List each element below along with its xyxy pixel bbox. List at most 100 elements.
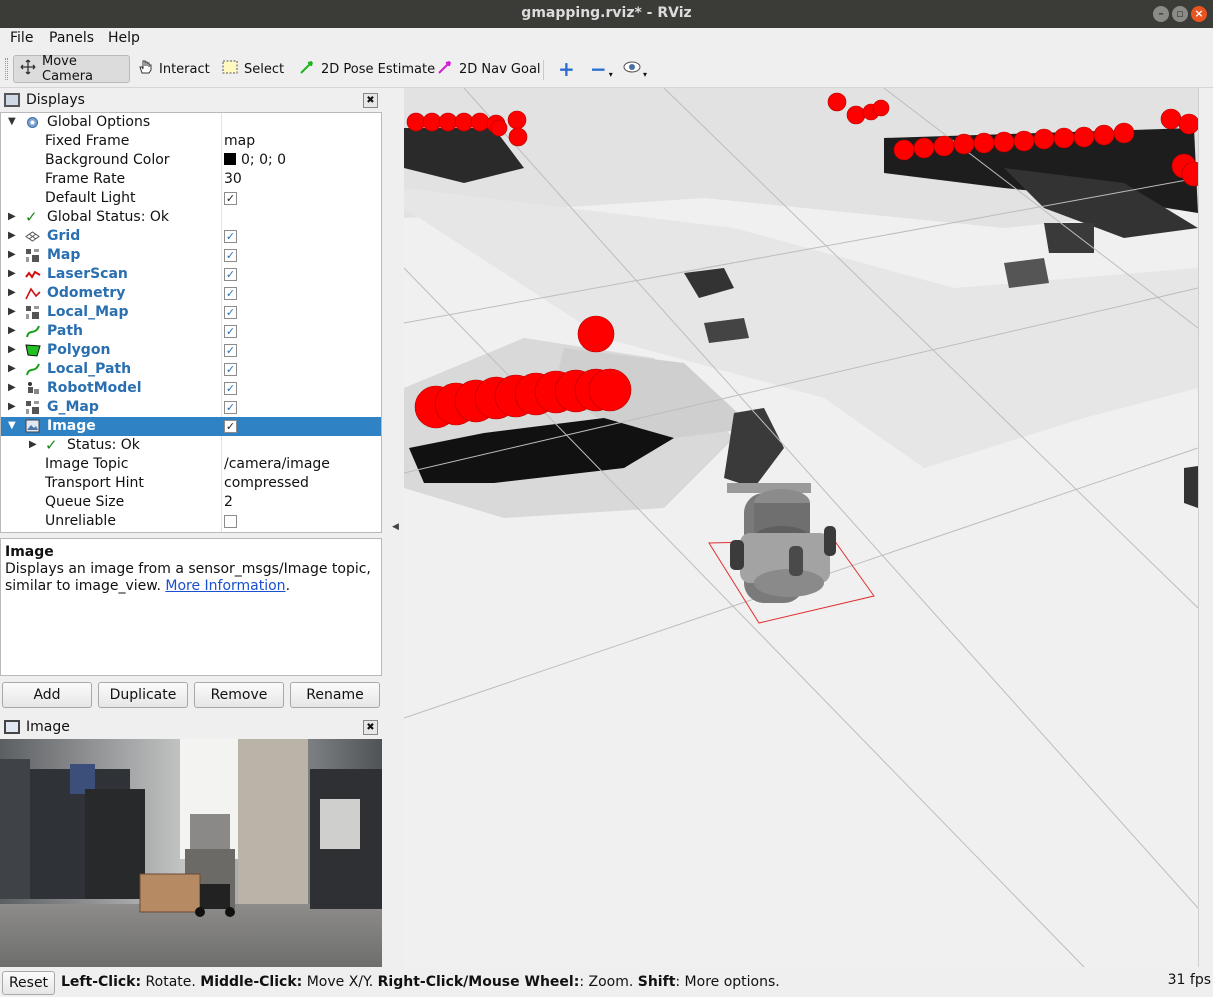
local-path-icon bbox=[25, 362, 41, 377]
robot-model-checkbox[interactable]: ✓ bbox=[224, 382, 237, 395]
nav-goal-tool[interactable]: 2D Nav Goal bbox=[431, 55, 547, 83]
image-status-label: Status: Ok bbox=[67, 437, 140, 453]
image-panel-header: Image ✖ bbox=[0, 717, 382, 739]
move-camera-tool[interactable]: Move Camera bbox=[13, 54, 130, 84]
displays-tree: ▼ Global Options Fixed Frame map Backgro… bbox=[0, 112, 382, 533]
select-tool[interactable]: Select bbox=[216, 55, 290, 83]
tree-row-image-status[interactable]: ▶ ✓ Status: Ok bbox=[1, 436, 381, 455]
tree-row-background-color[interactable]: Background Color 0; 0; 0 bbox=[1, 151, 381, 170]
local-path-checkbox[interactable]: ✓ bbox=[224, 363, 237, 376]
displays-panel-title: Displays bbox=[26, 92, 85, 108]
path-label: Path bbox=[47, 323, 83, 339]
fixed-frame-value[interactable]: map bbox=[224, 133, 255, 149]
g-map-checkbox[interactable]: ✓ bbox=[224, 401, 237, 414]
toolbar: Move Camera Interact Select 2D Pose Esti… bbox=[0, 50, 1213, 88]
unreliable-checkbox[interactable] bbox=[224, 515, 237, 528]
status-bar: Reset Left-Click: Rotate. Middle-Click: … bbox=[0, 967, 1213, 997]
frame-rate-value[interactable]: 30 bbox=[224, 171, 242, 187]
tree-row-laserscan[interactable]: ▶ LaserScan ✓ bbox=[1, 265, 381, 284]
transport-hint-label: Transport Hint bbox=[45, 475, 144, 491]
menu-file[interactable]: File bbox=[10, 30, 33, 46]
close-image-panel-icon[interactable]: ✖ bbox=[363, 720, 378, 735]
remove-button[interactable]: Remove bbox=[194, 682, 284, 708]
tree-row-g-map[interactable]: ▶ G_Map ✓ bbox=[1, 398, 381, 417]
title-bar: gmapping.rviz* - RViz – ▫ × bbox=[0, 0, 1213, 28]
queue-size-value[interactable]: 2 bbox=[224, 494, 233, 510]
polygon-icon bbox=[25, 343, 41, 358]
image-icon bbox=[25, 419, 41, 434]
laserscan-checkbox[interactable]: ✓ bbox=[224, 268, 237, 281]
hand-icon bbox=[137, 59, 153, 79]
tree-row-odometry[interactable]: ▶ Odometry ✓ bbox=[1, 284, 381, 303]
move-camera-icon bbox=[20, 59, 36, 79]
magenta-arrow-icon bbox=[437, 59, 453, 79]
mouse-hint: Left-Click: Rotate. Middle-Click: Move X… bbox=[61, 974, 780, 990]
tree-row-fixed-frame[interactable]: Fixed Frame map bbox=[1, 132, 381, 151]
tree-row-default-light[interactable]: Default Light ✓ bbox=[1, 189, 381, 208]
gear-icon bbox=[25, 115, 41, 130]
nav-goal-label: 2D Nav Goal bbox=[459, 61, 541, 77]
tree-row-local-path[interactable]: ▶ Local_Path ✓ bbox=[1, 360, 381, 379]
tree-row-robot-model[interactable]: ▶ RobotModel ✓ bbox=[1, 379, 381, 398]
collapse-left-icon[interactable]: ◀ bbox=[392, 522, 399, 532]
tree-row-local-map[interactable]: ▶ Local_Map ✓ bbox=[1, 303, 381, 322]
pose-estimate-tool[interactable]: 2D Pose Estimate bbox=[293, 55, 441, 83]
reset-button[interactable]: Reset bbox=[2, 971, 55, 995]
local-map-icon bbox=[25, 305, 41, 320]
image-panel-title: Image bbox=[26, 719, 70, 735]
minus-icon: − bbox=[590, 57, 607, 81]
fixed-frame-label: Fixed Frame bbox=[45, 133, 130, 149]
map-checkbox[interactable]: ✓ bbox=[224, 249, 237, 262]
transport-hint-value[interactable]: compressed bbox=[224, 475, 309, 491]
minimize-button[interactable]: – bbox=[1153, 6, 1169, 22]
image-topic-value[interactable]: /camera/image bbox=[224, 456, 330, 472]
tree-row-global-status[interactable]: ▶ ✓ Global Status: Ok bbox=[1, 208, 381, 227]
check-icon: ✓ bbox=[25, 208, 38, 226]
odometry-checkbox[interactable]: ✓ bbox=[224, 287, 237, 300]
polygon-checkbox[interactable]: ✓ bbox=[224, 344, 237, 357]
remove-tool-button[interactable]: − ▾ bbox=[584, 55, 619, 83]
add-button[interactable]: Add bbox=[2, 682, 92, 708]
menu-panels[interactable]: Panels bbox=[49, 30, 94, 46]
views-panel-collapsed bbox=[1198, 88, 1213, 967]
description-title: Image bbox=[5, 544, 54, 560]
duplicate-button[interactable]: Duplicate bbox=[98, 682, 188, 708]
tree-row-image[interactable]: ▼ Image ✓ bbox=[1, 417, 381, 436]
background-color-value[interactable]: 0; 0; 0 bbox=[224, 152, 286, 168]
tree-row-map[interactable]: ▶ Map ✓ bbox=[1, 246, 381, 265]
plus-icon: + bbox=[558, 57, 575, 81]
more-information-link[interactable]: More Information bbox=[165, 578, 285, 594]
displays-panel-header: Displays ✖ bbox=[0, 90, 382, 112]
tree-row-transport-hint[interactable]: Transport Hint compressed bbox=[1, 474, 381, 493]
image-panel-icon bbox=[4, 720, 20, 734]
grid-checkbox[interactable]: ✓ bbox=[224, 230, 237, 243]
tree-row-unreliable[interactable]: Unreliable bbox=[1, 512, 381, 531]
image-label: Image bbox=[47, 418, 96, 434]
green-arrow-icon bbox=[299, 59, 315, 79]
close-panel-icon[interactable]: ✖ bbox=[363, 93, 378, 108]
tree-row-queue-size[interactable]: Queue Size 2 bbox=[1, 493, 381, 512]
view-options-button[interactable]: ▾ bbox=[617, 55, 653, 83]
menu-help[interactable]: Help bbox=[108, 30, 140, 46]
odometry-icon bbox=[25, 286, 41, 301]
path-checkbox[interactable]: ✓ bbox=[224, 325, 237, 338]
image-checkbox[interactable]: ✓ bbox=[224, 420, 237, 433]
polygon-label: Polygon bbox=[47, 342, 111, 358]
tree-row-global-options[interactable]: ▼ Global Options bbox=[1, 113, 381, 132]
tree-row-image-topic[interactable]: Image Topic /camera/image bbox=[1, 455, 381, 474]
close-button[interactable]: × bbox=[1191, 6, 1207, 22]
tree-row-grid[interactable]: ▶ Grid ✓ bbox=[1, 227, 381, 246]
background-color-label: Background Color bbox=[45, 152, 170, 168]
rename-button[interactable]: Rename bbox=[290, 682, 380, 708]
tree-row-frame-rate[interactable]: Frame Rate 30 bbox=[1, 170, 381, 189]
local-map-checkbox[interactable]: ✓ bbox=[224, 306, 237, 319]
tree-row-path[interactable]: ▶ Path ✓ bbox=[1, 322, 381, 341]
render-3d-view[interactable] bbox=[404, 88, 1198, 967]
maximize-button[interactable]: ▫ bbox=[1172, 6, 1188, 22]
interact-tool[interactable]: Interact bbox=[131, 55, 216, 83]
description-panel: Image Displays an image from a sensor_ms… bbox=[0, 538, 382, 676]
add-tool-button[interactable]: + bbox=[552, 55, 581, 83]
move-camera-label: Move Camera bbox=[42, 54, 94, 84]
tree-row-polygon[interactable]: ▶ Polygon ✓ bbox=[1, 341, 381, 360]
default-light-checkbox[interactable]: ✓ bbox=[224, 192, 237, 205]
